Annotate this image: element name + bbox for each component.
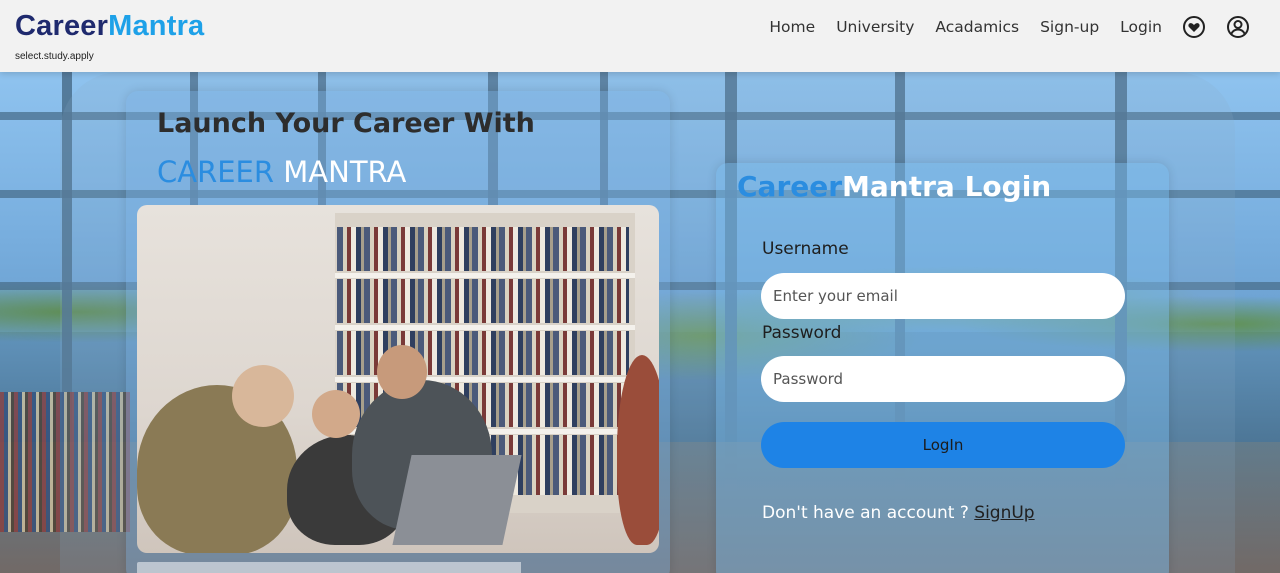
nav-signup[interactable]: Sign-up — [1040, 18, 1099, 36]
hero-caption-partial — [137, 562, 617, 573]
main-nav: Home University Acadamics Sign-up Login — [748, 14, 1250, 40]
nav-academics[interactable]: Acadamics — [935, 18, 1019, 36]
user-circle-icon[interactable] — [1226, 15, 1250, 39]
signup-prompt-text: Don't have an account ? — [762, 503, 969, 523]
password-label: Password — [762, 323, 842, 343]
photo-person — [617, 355, 659, 545]
brand-part2: Mantra — [108, 10, 205, 42]
brand-logo[interactable]: CareerMantra — [15, 10, 204, 43]
heart-circle-icon[interactable] — [1182, 15, 1206, 39]
login-title-part2: Mantra Login — [842, 170, 1052, 203]
signup-prompt: Don't have an account ? SignUp — [762, 503, 1035, 523]
brand-part1: Career — [15, 10, 109, 42]
photo-shelf — [335, 273, 635, 278]
photo-person-head — [312, 390, 360, 438]
hero-subheadline-part1: CAREER — [157, 155, 275, 189]
photo-person-head — [232, 365, 294, 427]
photo-books — [337, 279, 629, 323]
login-title-part1: Career — [737, 170, 843, 203]
navbar: CareerMantra select.study.apply Home Uni… — [0, 0, 1280, 72]
nav-login[interactable]: Login — [1120, 18, 1162, 36]
hero-subheadline-part2: MANTRA — [283, 155, 407, 189]
nav-home[interactable]: Home — [769, 18, 815, 36]
photo-books — [337, 227, 629, 271]
login-title: CareerMantra Login — [737, 170, 1051, 203]
username-label: Username — [762, 239, 849, 259]
brand-tagline: select.study.apply — [15, 51, 94, 62]
login-button[interactable]: LogIn — [761, 422, 1125, 468]
nav-university[interactable]: University — [836, 18, 914, 36]
photo-shelf — [335, 325, 635, 330]
signup-link[interactable]: SignUp — [974, 503, 1034, 523]
hero-headline: Launch Your Career With — [157, 108, 535, 139]
password-input[interactable] — [761, 356, 1125, 402]
students-photo — [137, 205, 659, 553]
photo-laptop — [392, 455, 522, 545]
hero-subheadline: CAREER MANTRA — [157, 155, 406, 189]
photo-person-head — [377, 345, 427, 399]
username-input[interactable] — [761, 273, 1125, 319]
